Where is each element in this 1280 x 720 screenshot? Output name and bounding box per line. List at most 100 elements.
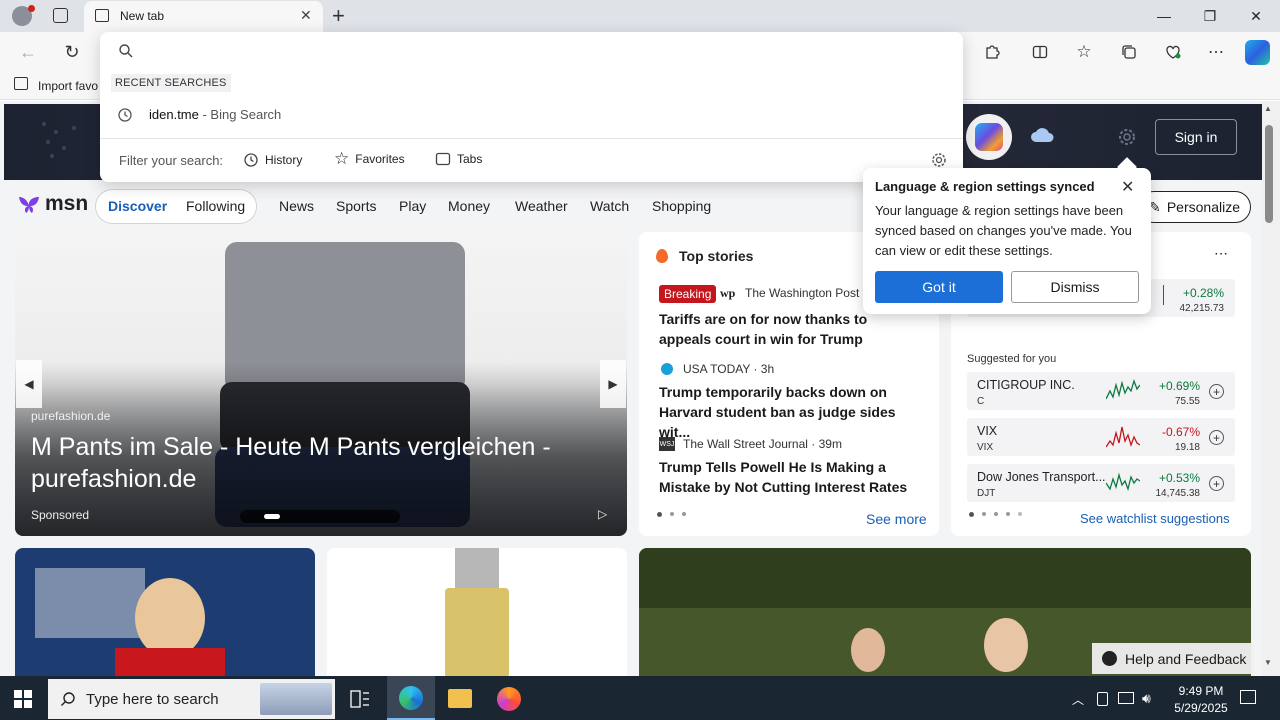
copilot-button[interactable] [966, 114, 1012, 160]
show-hidden-icons-icon[interactable]: ︿ [1072, 691, 1084, 708]
story-source: USA TODAY · 3h [683, 362, 775, 376]
tab-discover[interactable]: Discover [108, 198, 167, 214]
nav-watch[interactable]: Watch [590, 198, 629, 214]
device-icon[interactable] [1097, 692, 1108, 706]
page-settings-gear-icon[interactable] [1116, 126, 1138, 151]
story-headline[interactable]: Tariffs are on for now thanks to appeals… [659, 309, 919, 349]
scroll-up-icon[interactable]: ▲ [1264, 104, 1272, 113]
hero-source: purefashion.de [31, 409, 111, 423]
help-feedback-button[interactable]: Help and Feedback [1092, 643, 1254, 674]
nav-money[interactable]: Money [448, 198, 490, 214]
nav-sports[interactable]: Sports [336, 198, 376, 214]
sync-popup-title: Language & region settings synced [875, 179, 1095, 194]
suggested-label: Suggested for you [967, 353, 1057, 365]
recent-searches-label: RECENT SEARCHES [111, 74, 231, 92]
flame-icon [656, 249, 668, 263]
file-explorer-icon[interactable] [448, 689, 472, 708]
recent-search-item[interactable]: iden.tme - Bing Search [149, 107, 281, 122]
nav-shopping[interactable]: Shopping [652, 198, 711, 214]
filter-favorites-button[interactable]: ☆ Favorites [334, 150, 405, 167]
sign-in-button[interactable]: Sign in [1155, 119, 1237, 155]
tab-following[interactable]: Following [186, 198, 245, 214]
extensions-icon[interactable] [980, 40, 1004, 64]
split-screen-icon[interactable] [1028, 40, 1052, 64]
help-icon [1102, 651, 1117, 666]
wsj-icon: WSJ [659, 437, 675, 451]
ad-choices-icon[interactable]: ▷ [598, 507, 607, 521]
add-watchlist-icon[interactable]: + [1209, 384, 1224, 399]
copilot-icon[interactable] [1245, 40, 1270, 65]
firefox-icon[interactable] [497, 687, 521, 711]
see-watchlist-link[interactable]: See watchlist suggestions [1080, 511, 1230, 526]
divider [100, 138, 963, 139]
collections-icon[interactable] [1117, 40, 1141, 64]
got-it-button[interactable]: Got it [875, 271, 1003, 303]
refresh-icon[interactable]: ↻ [60, 40, 84, 64]
new-tab-button[interactable]: + [332, 3, 345, 29]
browser-essentials-icon[interactable] [1161, 40, 1185, 64]
add-watchlist-icon[interactable]: + [1209, 430, 1224, 445]
markets-more-icon[interactable]: ⋯ [1214, 245, 1228, 262]
volume-icon[interactable]: 🔊︎ [1142, 690, 1151, 707]
import-favorites-link[interactable]: Import favo [38, 79, 98, 93]
market-price: 42,215.73 [1179, 303, 1225, 314]
add-watchlist-icon[interactable]: + [1209, 476, 1224, 491]
nav-weather[interactable]: Weather [515, 198, 568, 214]
scroll-down-icon[interactable]: ▼ [1264, 658, 1272, 667]
address-bar-input[interactable] [142, 40, 942, 62]
personalize-button[interactable]: ✎ Personalize [1138, 191, 1251, 223]
story-source: The Wall Street Journal · 39m [683, 437, 842, 451]
import-icon [14, 77, 28, 90]
recent-search-engine: - Bing Search [198, 107, 282, 122]
msn-logo-text: msn [45, 192, 89, 215]
search-highlight-image [260, 683, 332, 715]
system-clock[interactable]: 9:49 PM 5/29/2025 [1165, 683, 1237, 717]
maximize-button[interactable]: ❐ [1187, 0, 1233, 32]
filter-history-button[interactable]: History [243, 152, 302, 168]
favorites-star-icon[interactable]: ☆ [1072, 40, 1096, 64]
taskbar-search-box[interactable]: Type here to search [48, 679, 335, 719]
carousel-next-button[interactable]: ▶ [600, 360, 626, 408]
markets-pager-dots[interactable] [969, 512, 1022, 517]
sparkline-icon [1150, 285, 1164, 305]
close-window-button[interactable]: ✕ [1233, 0, 1279, 32]
market-pct: +0.69% [1158, 379, 1200, 393]
more-options-icon[interactable]: ⋯ [1204, 40, 1228, 64]
task-view-icon[interactable] [350, 690, 370, 711]
story-headline[interactable]: Trump Tells Powell He Is Making a Mistak… [659, 457, 919, 497]
stories-pager-dots[interactable] [657, 512, 686, 517]
tab-actions-icon[interactable] [53, 8, 68, 23]
scroll-thumb[interactable] [1265, 125, 1273, 223]
taskbar-edge-button[interactable] [387, 676, 435, 720]
story-source: The Washington Post · [745, 286, 867, 300]
close-popup-icon[interactable]: ✕ [1121, 177, 1134, 197]
filter-search-label: Filter your search: [119, 153, 224, 168]
nav-news[interactable]: News [279, 198, 314, 214]
story-headline[interactable]: Trump temporarily backs down on Harvard … [659, 382, 919, 442]
filter-tabs-button[interactable]: Tabs [435, 152, 482, 166]
back-icon[interactable]: ← [16, 40, 40, 64]
close-tab-icon[interactable]: ✕ [300, 7, 312, 24]
msn-logo[interactable]: msn [17, 192, 88, 216]
market-symbol: DJT [977, 488, 996, 499]
dismiss-button[interactable]: Dismiss [1011, 271, 1139, 303]
carousel-dots[interactable] [240, 510, 400, 523]
network-icon[interactable] [1118, 692, 1134, 704]
history-icon [244, 153, 258, 167]
personalize-label: Personalize [1166, 199, 1240, 215]
taskbar-search-icon [61, 692, 75, 706]
tab-title: New tab [120, 9, 165, 23]
carousel-prev-button[interactable]: ◀ [16, 360, 42, 408]
sparkline-icon [1106, 378, 1140, 400]
market-symbol: VIX [977, 442, 994, 453]
windows-start-icon[interactable] [14, 690, 32, 711]
filter-label: History [265, 153, 303, 167]
nav-play[interactable]: Play [399, 198, 426, 214]
tabs-icon [435, 152, 451, 166]
hero-title[interactable]: M Pants im Sale - Heute M Pants vergleic… [31, 431, 591, 495]
minimize-button[interactable]: — [1141, 0, 1187, 32]
product-card-image[interactable] [327, 548, 627, 678]
news-card-image[interactable] [15, 548, 315, 678]
see-more-link[interactable]: See more [866, 511, 927, 527]
notifications-icon[interactable] [1240, 690, 1256, 704]
